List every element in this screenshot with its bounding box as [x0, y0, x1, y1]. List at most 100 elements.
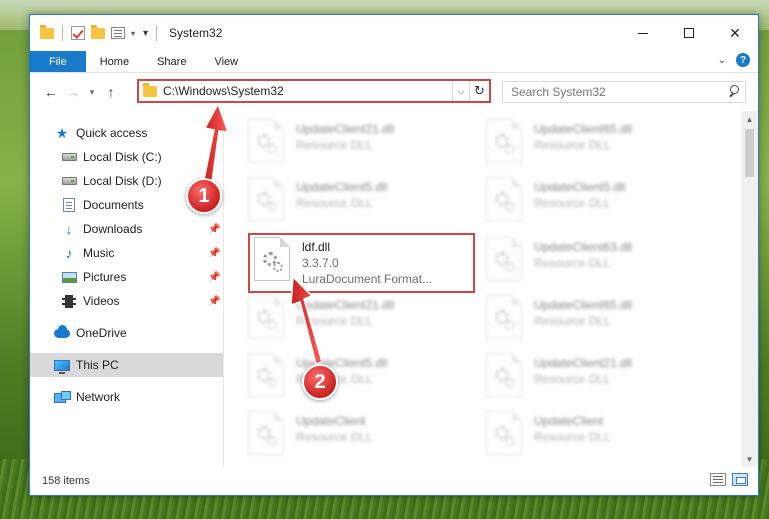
cloud-icon	[54, 324, 70, 340]
dll-file-icon	[486, 295, 522, 339]
file-name: UpdateClient65.dll	[534, 298, 633, 312]
sidebar-item-local-disk-c[interactable]: Local Disk (C:)	[30, 145, 224, 169]
tiles-view-icon[interactable]	[732, 473, 748, 486]
sidebar-item-label: Local Disk (D:)	[83, 174, 162, 188]
maximize-icon	[684, 28, 694, 38]
list-item-ldf-dll[interactable]: ldf.dll 3.3.7.0 LuraDocument Format...	[248, 233, 475, 293]
file-description: Resource DLL	[296, 430, 373, 444]
list-item[interactable]: UpdateClient Resource DLL	[486, 411, 711, 465]
music-icon: ♪	[65, 245, 73, 261]
sidebar-item-label: Quick access	[76, 126, 148, 140]
tab-file[interactable]: File	[30, 51, 86, 72]
pin-icon[interactable]: 📌	[208, 296, 220, 307]
address-bar[interactable]: C:\Windows\System32	[139, 81, 453, 101]
navigation-pane: ★ Quick access Local Disk (C:) Local Dis…	[30, 111, 224, 467]
sidebar-item-label: Local Disk (C:)	[83, 150, 162, 164]
list-item[interactable]: UpdateClient Resource DLL	[248, 411, 473, 465]
sidebar-item-network[interactable]: Network	[30, 385, 224, 409]
qa-dropdown-icon[interactable]: ▾	[143, 28, 148, 39]
sidebar-item-quick-access[interactable]: ★ Quick access	[30, 121, 224, 145]
quick-access-toolbar: ▾ ▾	[40, 24, 159, 41]
tab-home[interactable]: Home	[86, 51, 143, 72]
file-version: 3.3.7.0	[302, 256, 339, 270]
maximize-button[interactable]	[666, 15, 712, 51]
minimize-button[interactable]	[620, 15, 666, 51]
list-item[interactable]: UpdateClient5.dllResource DLL	[486, 177, 711, 231]
dll-file-icon	[486, 177, 522, 221]
search-box[interactable]	[502, 81, 746, 103]
list-item[interactable]: UpdateClient21.dll Resource DLL	[486, 353, 711, 407]
file-description: Resource DLL	[296, 196, 373, 210]
scroll-up-icon[interactable]: ▲	[741, 111, 758, 127]
back-button[interactable]: ←	[40, 84, 62, 100]
forward-button[interactable]: →	[62, 84, 84, 100]
list-item[interactable]: UpdateClient21.dll Resource DLL	[248, 295, 473, 349]
sidebar-item-label: Music	[83, 246, 115, 260]
file-description: Resource DLL	[534, 372, 611, 386]
details-view-icon[interactable]	[710, 473, 726, 486]
star-icon: ★	[55, 124, 69, 141]
address-folder-icon	[143, 82, 157, 97]
list-item[interactable]: UpdateClient65.dll Resource DLL	[486, 295, 711, 349]
documents-icon	[61, 198, 77, 212]
dll-file-icon	[486, 411, 522, 455]
file-name: UpdateClient5.dll	[296, 180, 388, 194]
pin-icon[interactable]: 📌	[208, 272, 220, 283]
address-dropdown-icon[interactable]: ⌵	[453, 86, 469, 97]
pictures-icon	[61, 270, 77, 284]
scroll-down-icon[interactable]: ▼	[741, 451, 758, 467]
up-button[interactable]: ↑	[100, 84, 122, 100]
list-item[interactable]: UpdateClient5.dllResource DLL	[248, 353, 473, 407]
explorer-window: ▾ ▾ System32 ✕ File Home Share View ⌄ ? …	[29, 14, 759, 496]
dll-file-icon	[486, 119, 522, 163]
scroll-thumb[interactable]	[745, 129, 754, 177]
sidebar-item-pictures[interactable]: Pictures 📌	[30, 265, 224, 289]
list-item[interactable]: UpdateClient65.dll Resource DLL	[486, 119, 711, 173]
vertical-scrollbar[interactable]: ▲ ▼	[741, 111, 758, 467]
properties-check-icon[interactable]	[71, 26, 85, 40]
sidebar-item-videos[interactable]: Videos 📌	[30, 289, 224, 313]
close-button[interactable]: ✕	[712, 15, 758, 51]
pin-icon[interactable]: 📌	[208, 224, 220, 235]
sidebar-item-onedrive[interactable]: OneDrive	[30, 321, 224, 345]
tab-share[interactable]: Share	[143, 51, 200, 72]
tab-view[interactable]: View	[200, 51, 252, 72]
help-icon[interactable]: ?	[736, 53, 750, 67]
recent-locations-icon[interactable]: ▾	[84, 87, 100, 98]
status-bar: 158 items	[30, 467, 758, 495]
file-name: UpdateClient	[296, 414, 366, 428]
file-description: Resource DLL	[534, 314, 611, 328]
window-controls: ✕	[620, 15, 758, 51]
explorer-body: ★ Quick access Local Disk (C:) Local Dis…	[30, 111, 758, 467]
file-description: Resource DLL	[534, 256, 611, 270]
list-item[interactable]: UpdateClient5.dll Resource DLL	[248, 177, 473, 231]
window-title: System32	[169, 26, 223, 40]
search-icon[interactable]	[725, 82, 745, 102]
folder-icon	[40, 24, 54, 39]
sidebar-item-downloads[interactable]: ↓ Downloads 📌	[30, 217, 224, 241]
pin-icon[interactable]: 📌	[208, 248, 220, 259]
list-item[interactable]: UpdateClient63.dll Resource DLL	[486, 237, 711, 291]
sidebar-item-label: Pictures	[83, 270, 127, 284]
ribbon-tabs: File Home Share View ⌄ ?	[30, 51, 758, 73]
expand-ribbon-icon[interactable]: ⌄	[718, 55, 726, 66]
file-list: UpdateClient21.dll Resource DLL UpdateCli…	[224, 111, 758, 467]
customize-caret-icon[interactable]: ▾	[131, 29, 135, 38]
address-path[interactable]: C:\Windows\System32	[163, 84, 284, 98]
toolbar-separator	[156, 25, 158, 41]
search-input[interactable]	[511, 85, 725, 99]
sidebar-item-this-pc[interactable]: This PC	[30, 353, 224, 377]
list-item[interactable]: UpdateClient21.dll Resource DLL	[248, 119, 473, 173]
new-folder-icon[interactable]	[91, 24, 105, 39]
file-name: UpdateClient21.dll	[534, 356, 633, 370]
dll-file-icon	[248, 295, 284, 339]
dll-file-icon	[486, 237, 522, 281]
customize-icon[interactable]	[111, 27, 125, 39]
sidebar-item-music[interactable]: ♪ Music 📌	[30, 241, 224, 265]
dll-file-icon	[248, 411, 284, 455]
dll-file-icon	[254, 237, 290, 281]
refresh-button[interactable]: ↻	[469, 81, 489, 101]
